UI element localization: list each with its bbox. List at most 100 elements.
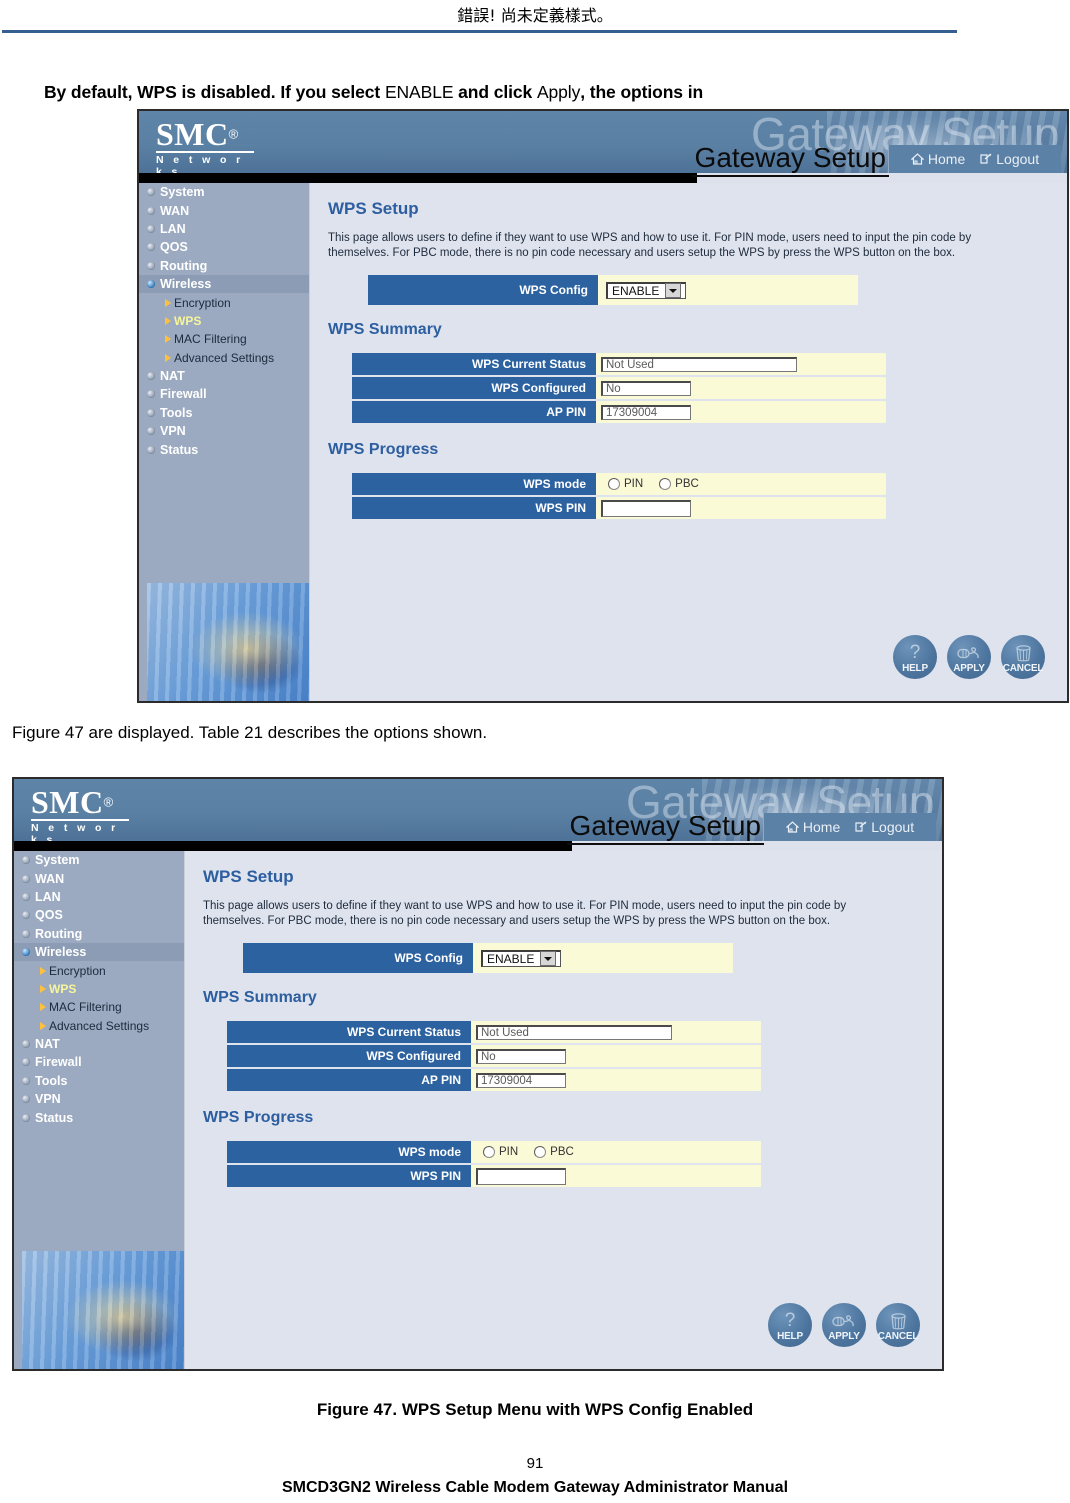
- bullet-icon-2: [22, 856, 30, 865]
- sidebar-item-label-2: VPN: [35, 1092, 61, 1107]
- wps-summary-table-2: WPS Current Status Not Used WPS Configur…: [227, 1021, 924, 1091]
- wps-config-selected-value-2: ENABLE: [487, 951, 535, 966]
- wps-setup-heading-2: WPS Setup: [203, 867, 294, 886]
- sidebar-subitem-advanced-settings-2[interactable]: Advanced Settings: [14, 1017, 184, 1035]
- chevron-down-icon-1[interactable]: [665, 283, 682, 298]
- bullet-icon-2: [22, 911, 30, 920]
- wps-progress-heading-2: WPS Progress: [203, 1109, 314, 1126]
- sidebar-item-wan-1[interactable]: WAN: [139, 201, 309, 219]
- help-button-1[interactable]: ? HELP: [893, 635, 937, 679]
- chevron-down-icon-2[interactable]: [540, 951, 557, 966]
- summary-row-label-1: AP PIN: [352, 401, 596, 423]
- summary-row-input-2[interactable]: No: [476, 1048, 566, 1064]
- sidebar-subitem-advanced-settings-1[interactable]: Advanced Settings: [139, 349, 309, 367]
- sidebar-item-system-1[interactable]: System: [139, 183, 309, 201]
- wps-mode-radio-pbc-2[interactable]: PBC: [534, 1146, 574, 1158]
- wps-pin-input-2[interactable]: [476, 1167, 566, 1185]
- sidebar-item-firewall-2[interactable]: Firewall: [14, 1053, 184, 1071]
- sidebar-item-wireless-1[interactable]: Wireless: [139, 274, 309, 294]
- wps-config-select-2[interactable]: ENABLE: [481, 949, 561, 967]
- nav-links-2: Home Logout: [763, 813, 936, 841]
- bullet-icon-2: [22, 929, 30, 938]
- summary-row-label-1: WPS Current Status: [352, 353, 596, 375]
- cancel-button-2[interactable]: CANCEL: [876, 1303, 920, 1347]
- apply-button-2[interactable]: APPLY: [822, 1303, 866, 1347]
- wps-mode-radio-label-2: PIN: [499, 1146, 519, 1158]
- home-icon-1: [910, 153, 924, 165]
- sidebar-item-qos-1[interactable]: QOS: [139, 238, 309, 256]
- cancel-button-1[interactable]: CANCEL: [1001, 635, 1045, 679]
- radio-icon-2: [483, 1146, 495, 1158]
- plug-icon-2: [832, 1313, 856, 1330]
- logout-link-2[interactable]: Logout: [854, 819, 914, 835]
- wps-setup-heading-1: WPS Setup: [328, 199, 419, 218]
- wps-pin-input-1[interactable]: [601, 499, 691, 517]
- sidebar-item-label-1: Firewall: [160, 387, 207, 402]
- header-rule: [2, 30, 957, 33]
- help-button-label-1: HELP: [902, 662, 928, 674]
- sidebar-item-label-2: NAT: [35, 1037, 60, 1052]
- intro-enable-keyword: ENABLE: [384, 82, 454, 102]
- sidebar-subitem-mac-filtering-1[interactable]: MAC Filtering: [139, 330, 309, 348]
- summary-row-input-2[interactable]: 17309004: [476, 1072, 566, 1088]
- home-link-2[interactable]: Home: [785, 819, 840, 835]
- apply-button-label-2: APPLY: [828, 1330, 860, 1342]
- arrow-right-icon-1: [165, 335, 171, 344]
- sidebar-item-routing-1[interactable]: Routing: [139, 257, 309, 275]
- sidebar-subitem-wps-2[interactable]: WPS: [14, 980, 184, 998]
- sidebar-item-label-2: System: [35, 853, 80, 868]
- sidebar-item-nat-2[interactable]: NAT: [14, 1035, 184, 1053]
- sidebar-item-vpn-1[interactable]: VPN: [139, 422, 309, 440]
- intro-part-1: By default, WPS is disabled. If you sele…: [44, 82, 385, 102]
- summary-row-2: WPS Configured No: [227, 1045, 924, 1067]
- sidebar-item-status-2[interactable]: Status: [14, 1108, 184, 1126]
- home-link-1[interactable]: Home: [910, 151, 965, 167]
- wps-pin-label-1: WPS PIN: [352, 497, 596, 519]
- summary-row-input-1[interactable]: No: [601, 380, 691, 396]
- sidebar-item-lan-2[interactable]: LAN: [14, 888, 184, 906]
- smc-logo-2: SMC® N e t w o r k s: [31, 786, 129, 841]
- summary-row-2: WPS Current Status Not Used: [227, 1021, 924, 1043]
- sidebar-item-label-2: QOS: [35, 908, 63, 923]
- sidebar-subitem-encryption-1[interactable]: Encryption: [139, 293, 309, 311]
- wps-progress-table-2: WPS mode PIN PBC WPS PIN: [227, 1141, 924, 1187]
- sidebar-item-routing-2[interactable]: Routing: [14, 925, 184, 943]
- wps-config-value-cell-2: ENABLE: [473, 943, 733, 973]
- sidebar-item-label-2: LAN: [35, 889, 61, 904]
- sidebar-item-nat-1[interactable]: NAT: [139, 367, 309, 385]
- wps-mode-radio-pin-2[interactable]: PIN: [483, 1146, 518, 1158]
- wps-config-selected-value-1: ENABLE: [612, 283, 660, 298]
- help-button-2[interactable]: ? HELP: [768, 1303, 812, 1347]
- arrow-right-icon-1: [165, 298, 171, 307]
- sidebar-1: System WAN LAN QOS Routing Wireless Encr…: [139, 183, 310, 701]
- sidebar-item-vpn-2[interactable]: VPN: [14, 1090, 184, 1108]
- sidebar-subitem-label-2: Encryption: [49, 963, 106, 978]
- sidebar-subitem-wps-1[interactable]: WPS: [139, 312, 309, 330]
- sidebar-item-lan-1[interactable]: LAN: [139, 220, 309, 238]
- sidebar-item-wireless-2[interactable]: Wireless: [14, 942, 184, 962]
- summary-row-input-1[interactable]: 17309004: [601, 404, 691, 420]
- sidebar-item-tools-1[interactable]: Tools: [139, 404, 309, 422]
- sidebar-item-status-1[interactable]: Status: [139, 440, 309, 458]
- summary-row-input-2[interactable]: Not Used: [476, 1024, 672, 1040]
- sidebar-item-tools-2[interactable]: Tools: [14, 1072, 184, 1090]
- sidebar-item-firewall-1[interactable]: Firewall: [139, 385, 309, 403]
- wps-mode-radio-pin-1[interactable]: PIN: [608, 478, 643, 490]
- sidebar-item-system-2[interactable]: System: [14, 851, 184, 869]
- sidebar-subitem-mac-filtering-2[interactable]: MAC Filtering: [14, 998, 184, 1016]
- sidebar-item-label-1: Wireless: [160, 277, 212, 292]
- apply-button-1[interactable]: APPLY: [947, 635, 991, 679]
- summary-row-input-1[interactable]: Not Used: [601, 356, 797, 372]
- wps-pin-row-2: WPS PIN: [227, 1165, 924, 1187]
- sidebar-subitem-encryption-2[interactable]: Encryption: [14, 961, 184, 979]
- wps-config-select-1[interactable]: ENABLE: [606, 281, 686, 299]
- logout-link-1[interactable]: Logout: [979, 151, 1039, 167]
- bullet-icon-1: [147, 408, 155, 417]
- intro-part-2: and click: [453, 82, 537, 102]
- bullet-icon-2: [22, 892, 30, 901]
- sidebar-item-label-1: WAN: [160, 203, 190, 218]
- sidebar-item-wan-2[interactable]: WAN: [14, 869, 184, 887]
- sidebar-item-qos-2[interactable]: QOS: [14, 906, 184, 924]
- summary-row-value-cell-1: Not Used: [596, 353, 886, 375]
- wps-mode-radio-pbc-1[interactable]: PBC: [659, 478, 699, 490]
